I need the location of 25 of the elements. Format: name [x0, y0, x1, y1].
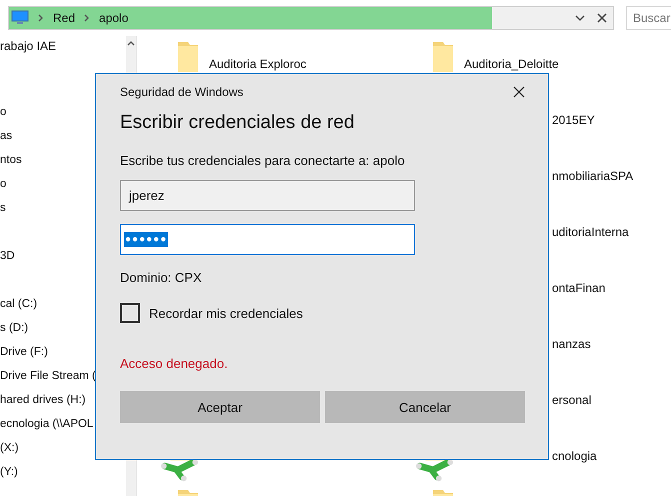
- folder-name[interactable]: Auditoria Exploroc: [209, 57, 306, 71]
- folder-name[interactable]: cnologia: [552, 449, 597, 463]
- dialog-button[interactable]: Cancelar: [325, 391, 525, 423]
- error-message: Acceso denegado.: [120, 356, 229, 371]
- nav-item[interactable]: rabajo IAE: [0, 36, 126, 56]
- folder-name[interactable]: 2015EY: [552, 113, 595, 127]
- search-field[interactable]: Buscar: [626, 6, 671, 30]
- dialog-button[interactable]: Aceptar: [120, 391, 320, 423]
- checkbox-label[interactable]: Recordar mis credenciales: [149, 306, 303, 320]
- folder-name[interactable]: nmobiliariaSPA: [552, 169, 634, 183]
- dialog-title: Escribir credenciales de red: [120, 112, 356, 134]
- folder-name[interactable]: Auditoria_Deloitte: [464, 57, 559, 71]
- address-bar[interactable]: Red apolo: [8, 6, 614, 30]
- username-field[interactable]: jperez: [120, 180, 415, 211]
- prompt-text: Escribe tus credenciales para conectarte a: apolo: [120, 153, 406, 168]
- breadcrumb[interactable]: Red: [53, 11, 76, 25]
- nav-item[interactable]: (Y:): [0, 460, 126, 484]
- folder-name[interactable]: nanzas: [552, 337, 591, 351]
- folder-name[interactable]: ersonal: [552, 393, 592, 407]
- dialog-caption: Seguridad de Windows: [120, 85, 244, 99]
- folder-name[interactable]: ontaFinan: [552, 281, 606, 295]
- password-field[interactable]: ●●●●●●: [120, 224, 415, 255]
- folder-name[interactable]: uditoriaInterna: [552, 225, 629, 239]
- domain-text: Dominio: CPX: [120, 270, 203, 285]
- breadcrumb[interactable]: apolo: [99, 11, 128, 25]
